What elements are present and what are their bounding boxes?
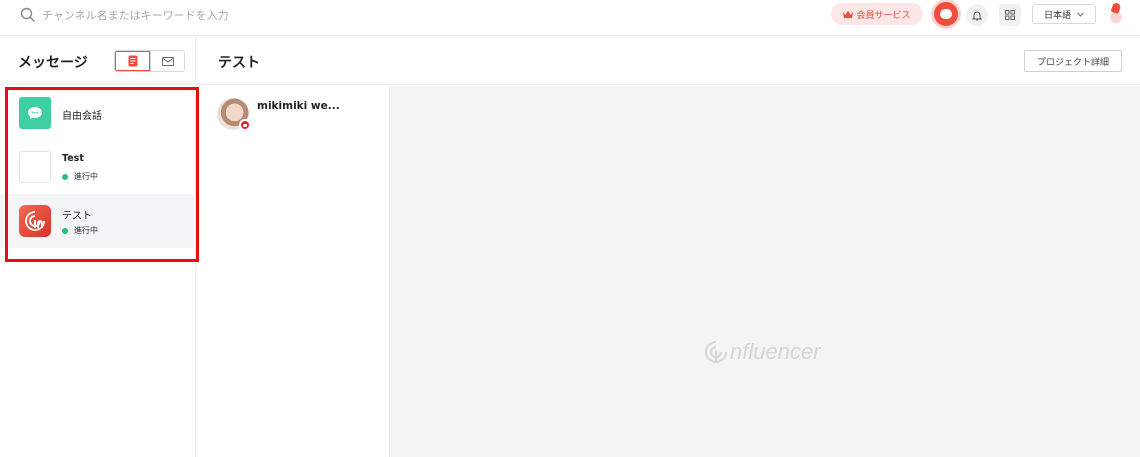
watermark-text: nfluencer — [730, 339, 821, 364]
member-name: mikimiki we... — [257, 100, 340, 112]
chevron-down-icon — [1077, 11, 1084, 17]
influencer-logo-icon — [705, 341, 727, 363]
search-box[interactable] — [20, 6, 282, 24]
status-dot — [62, 227, 68, 234]
conversation-tesuto[interactable]: テスト 進行中 — [0, 194, 196, 248]
member-service-button[interactable]: 会員サービス — [831, 3, 923, 25]
conversation-list: 自由会話 Test 進行中 テスト 進行中 — [0, 86, 196, 248]
language-select[interactable]: 日本語 — [1032, 4, 1096, 24]
influencer-watermark: nfluencer — [703, 339, 821, 365]
search-input[interactable] — [42, 8, 282, 22]
sidebar-header: メッセージ — [0, 37, 196, 85]
youtube-icon — [239, 119, 251, 131]
sidebar-title: メッセージ — [18, 55, 88, 71]
search-icon — [20, 7, 35, 22]
status-badge: 進行中 — [62, 171, 98, 182]
message-icon[interactable] — [934, 2, 958, 26]
top-bar: 会員サービス 日本語 — [0, 0, 1140, 36]
toggle-mail-view[interactable] — [150, 51, 184, 71]
status-badge: 進行中 — [62, 225, 98, 236]
member-list: mikimiki we... — [197, 86, 390, 457]
member-item[interactable]: mikimiki we... — [217, 98, 340, 131]
document-icon — [128, 55, 137, 67]
chat-header: テスト プロジェクト詳細 — [197, 37, 1140, 85]
conversation-name: テスト — [62, 211, 92, 222]
toggle-project-view[interactable] — [115, 51, 150, 71]
chat-title: テスト — [218, 55, 260, 71]
status-dot — [62, 173, 68, 180]
conversation-free-chat[interactable]: 自由会話 — [0, 86, 196, 140]
mail-icon — [161, 56, 174, 66]
crown-icon — [843, 10, 854, 18]
influencer-logo-icon — [19, 205, 51, 237]
avatar — [217, 98, 251, 131]
project-detail-button[interactable]: プロジェクト詳細 — [1024, 50, 1122, 72]
conversation-name: Test — [62, 153, 84, 164]
chat-bubble-icon — [19, 97, 51, 129]
project-thumbnail — [19, 151, 51, 183]
language-label: 日本語 — [1043, 10, 1071, 21]
chat-area: nfluencer — [391, 86, 1140, 457]
member-service-label: 会員サービス — [856, 10, 911, 21]
user-avatar[interactable] — [1105, 2, 1127, 24]
status-label: 進行中 — [74, 172, 98, 181]
conversation-name: 自由会話 — [62, 111, 102, 122]
status-label: 進行中 — [74, 226, 98, 235]
conversation-sidebar: メッセージ 自由会話 Test 進行中 テスト 進行中 — [0, 37, 196, 457]
view-toggle — [114, 50, 185, 72]
bell-icon[interactable] — [966, 4, 988, 26]
apps-grid-icon[interactable] — [999, 4, 1021, 26]
conversation-test[interactable]: Test 進行中 — [0, 140, 196, 194]
